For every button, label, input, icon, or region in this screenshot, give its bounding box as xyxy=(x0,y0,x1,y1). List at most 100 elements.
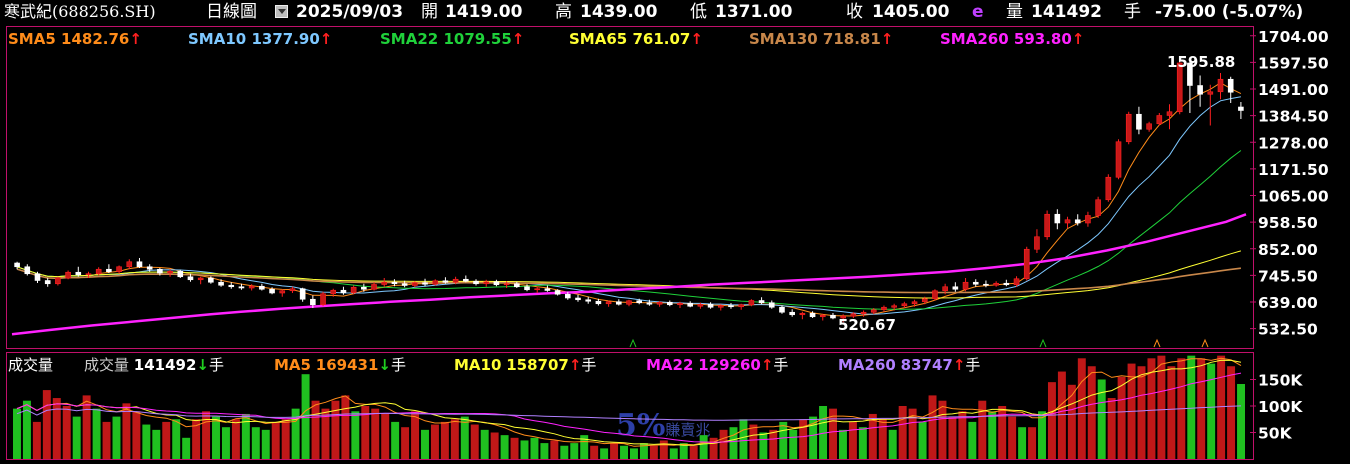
volume-bar xyxy=(779,421,788,459)
candle-body xyxy=(24,266,31,275)
volume-bar xyxy=(470,424,479,459)
candle-body xyxy=(371,284,377,290)
candle-body xyxy=(738,304,744,308)
candle-body xyxy=(422,282,428,285)
candle-body xyxy=(952,286,959,290)
candle-body xyxy=(1125,113,1132,143)
candle-body xyxy=(768,302,775,308)
volume-bar xyxy=(938,400,947,459)
candle-body xyxy=(381,281,388,285)
price-axis-label: 1171.50 xyxy=(1258,161,1329,179)
candle-body xyxy=(554,290,561,295)
candle-body xyxy=(259,285,265,290)
candle-body xyxy=(901,303,908,307)
price-axis-label: 639.00 xyxy=(1258,294,1318,312)
candle-body xyxy=(55,277,61,285)
volume-bar xyxy=(490,432,499,459)
volume-bar xyxy=(858,427,867,459)
volume-bar xyxy=(251,427,260,459)
candle-body xyxy=(830,314,836,319)
candle-body xyxy=(1034,236,1040,250)
candle-body xyxy=(238,286,245,289)
volume-bar xyxy=(918,421,927,459)
volume-bar xyxy=(729,427,738,459)
candle-body xyxy=(585,299,592,302)
candle-body xyxy=(993,282,999,286)
volume-bar xyxy=(769,429,778,459)
volume-bar xyxy=(649,445,658,459)
volume-bar xyxy=(241,413,250,459)
volume-bar xyxy=(530,437,539,459)
candle-body xyxy=(106,268,112,273)
vol-ma5-line xyxy=(16,357,1242,447)
candle-body xyxy=(218,281,224,286)
volume-bar xyxy=(311,400,320,459)
volume-bar xyxy=(1227,366,1236,459)
volume-bar xyxy=(162,421,171,459)
candle-body xyxy=(463,278,469,282)
volume-bar xyxy=(520,440,529,459)
candle-body xyxy=(1166,111,1173,116)
volume-bar xyxy=(152,429,161,459)
volume-bar xyxy=(1217,355,1226,459)
volume-bar xyxy=(510,437,519,459)
volume-bar xyxy=(620,445,628,459)
candle-body xyxy=(95,268,102,275)
candle-body xyxy=(310,298,316,306)
price-axis-label: 1597.50 xyxy=(1258,54,1329,72)
volume-bar xyxy=(132,411,141,459)
volume-bar xyxy=(331,400,340,459)
volume-bar xyxy=(421,429,429,459)
candle-body xyxy=(136,261,143,268)
volume-bar xyxy=(371,408,380,459)
candle-body xyxy=(1105,176,1112,201)
volume-bar xyxy=(231,419,240,459)
event-marker-icon xyxy=(1153,338,1161,348)
volume-bar xyxy=(789,429,798,459)
candle-body xyxy=(544,288,551,291)
candle-body xyxy=(493,281,500,286)
volume-bar xyxy=(958,411,967,459)
candle-body xyxy=(972,281,979,285)
price-axis-label: 1384.50 xyxy=(1258,108,1329,126)
candle-body xyxy=(65,271,71,279)
volume-bar xyxy=(1237,384,1245,459)
volume-bar xyxy=(1077,358,1086,459)
candle-body xyxy=(503,283,510,286)
candle-body xyxy=(483,281,490,285)
candle-body xyxy=(1085,215,1091,224)
candle-body xyxy=(860,311,867,315)
volume-bar xyxy=(749,424,758,459)
volume-bar xyxy=(988,411,997,459)
candle-body xyxy=(758,300,765,304)
candle-body xyxy=(279,290,286,294)
candle-body xyxy=(208,277,214,283)
volume-bar xyxy=(689,445,698,459)
candle-body xyxy=(789,311,795,316)
volume-bar xyxy=(898,406,907,459)
candle-body xyxy=(269,288,275,294)
volume-bar xyxy=(1167,366,1176,459)
volume-bar xyxy=(92,408,101,459)
candle-body xyxy=(350,286,357,294)
volume-bar xyxy=(391,421,400,459)
candle-body xyxy=(75,271,82,276)
candle-body xyxy=(197,277,204,281)
event-marker-icon xyxy=(629,338,637,348)
candle-body xyxy=(962,281,969,290)
candle-body xyxy=(687,302,693,307)
volume-bar xyxy=(1038,411,1046,459)
volume-bar xyxy=(1197,358,1206,459)
candle-body xyxy=(1146,123,1152,130)
volume-bar xyxy=(102,421,111,459)
volume-bar xyxy=(759,432,768,459)
candle-body xyxy=(809,312,816,318)
candle-body xyxy=(983,283,989,286)
volume-bar xyxy=(112,416,121,459)
volume-bar xyxy=(1028,427,1037,459)
volume-bar xyxy=(22,400,31,459)
candle-body xyxy=(116,266,122,273)
candle-body xyxy=(1227,78,1234,93)
volume-bar xyxy=(540,443,549,459)
candle-body xyxy=(595,300,602,305)
